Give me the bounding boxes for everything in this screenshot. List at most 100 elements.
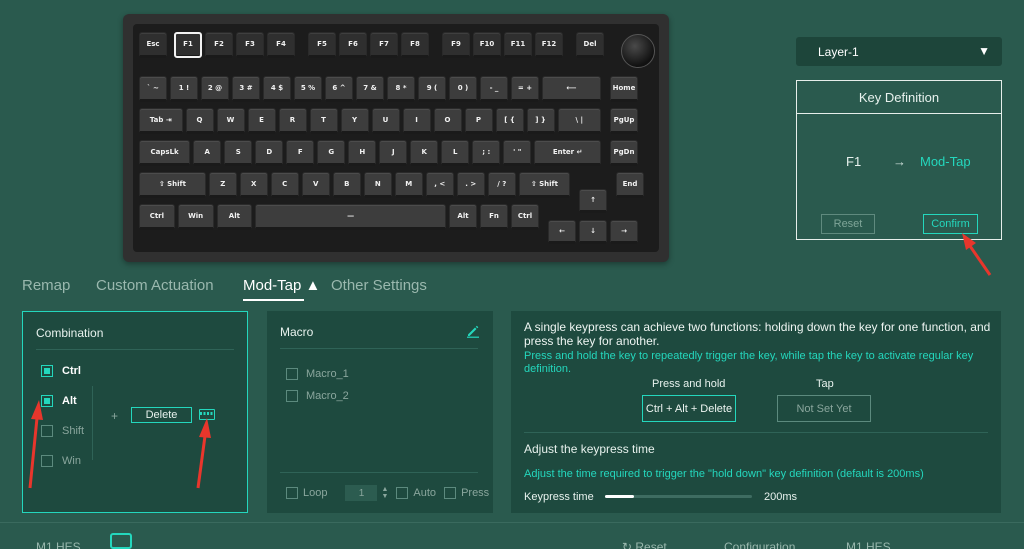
key-f2[interactable]: F2 — [205, 32, 233, 58]
keyboard-icon[interactable] — [199, 409, 215, 420]
key-2[interactable]: 2 @ — [201, 76, 229, 102]
key-symbol[interactable]: . > — [456, 172, 485, 198]
key-p[interactable]: P — [464, 108, 493, 134]
key-f7[interactable]: F7 — [370, 32, 398, 58]
key-f3[interactable]: F3 — [236, 32, 264, 58]
press-checkbox[interactable] — [444, 487, 457, 499]
key-f5[interactable]: F5 — [308, 32, 336, 58]
reset-link[interactable]: ↻ Reset — [622, 540, 667, 549]
key-a[interactable]: A — [193, 140, 222, 166]
combination-key-slot[interactable]: Delete — [131, 407, 192, 423]
key-ctrl[interactable]: Ctrl — [139, 204, 175, 230]
key-shift[interactable]: ⇧ Shift — [518, 172, 570, 198]
key-4[interactable]: 4 $ — [263, 76, 291, 102]
key-end[interactable]: End — [616, 172, 644, 198]
key-z[interactable]: Z — [208, 172, 237, 198]
modifier-shift[interactable]: Shift — [41, 424, 84, 438]
edit-icon[interactable] — [466, 324, 480, 338]
confirm-button[interactable]: Confirm — [923, 214, 978, 234]
keypress-time-slider[interactable] — [605, 495, 752, 498]
macro-item[interactable]: Macro_2 — [286, 390, 349, 402]
key-f10[interactable]: F10 — [473, 32, 501, 58]
key-symbol[interactable]: \ | — [557, 108, 601, 134]
checkbox[interactable] — [41, 395, 53, 407]
key-n[interactable]: N — [363, 172, 392, 198]
key-symbol[interactable]: ] } — [526, 108, 555, 134]
key-symbol[interactable]: ; : — [472, 140, 501, 166]
key-esc[interactable]: Esc — [139, 32, 167, 58]
key-o[interactable]: O — [433, 108, 462, 134]
key-d[interactable]: D — [255, 140, 284, 166]
key-8[interactable]: 8 * — [387, 76, 415, 102]
key-3[interactable]: 3 # — [232, 76, 260, 102]
key-symbol[interactable]: , < — [425, 172, 454, 198]
key-alt[interactable]: Alt — [216, 204, 253, 230]
key-v[interactable]: V — [301, 172, 330, 198]
reset-button[interactable]: Reset — [821, 214, 875, 234]
key-symbol[interactable]: ← — [548, 220, 576, 244]
key-t[interactable]: T — [309, 108, 338, 134]
key-e[interactable]: E — [247, 108, 276, 134]
key-0[interactable]: 0 ) — [449, 76, 477, 102]
key-symbol[interactable]: ' " — [503, 140, 532, 166]
key-symbol[interactable]: - _ — [480, 76, 508, 102]
key-home[interactable]: Home — [610, 76, 638, 102]
modifier-ctrl[interactable]: Ctrl — [41, 364, 81, 378]
key-k[interactable]: K — [410, 140, 439, 166]
key-5[interactable]: 5 % — [294, 76, 322, 102]
key-f[interactable]: F — [286, 140, 315, 166]
checkbox[interactable] — [41, 425, 53, 437]
key-h[interactable]: H — [348, 140, 377, 166]
rotary-knob[interactable] — [621, 34, 655, 68]
stepper-icon[interactable]: ▲ ▼ — [381, 486, 388, 500]
key-symbol[interactable]: — — [255, 204, 446, 230]
key-symbol[interactable]: ` ~ — [139, 76, 167, 102]
checkbox[interactable] — [286, 390, 298, 402]
key-symbol[interactable]: ↓ — [579, 220, 607, 244]
tab-remap[interactable]: Remap — [22, 277, 70, 294]
key-m[interactable]: M — [394, 172, 423, 198]
modifier-win[interactable]: Win — [41, 454, 81, 468]
key-9[interactable]: 9 ( — [418, 76, 446, 102]
key-u[interactable]: U — [371, 108, 400, 134]
key-symbol[interactable]: ↑ — [579, 189, 607, 213]
key-i[interactable]: I — [402, 108, 431, 134]
checkbox[interactable] — [41, 455, 53, 467]
device-name-left[interactable]: M1 HES — [36, 540, 81, 549]
key-r[interactable]: R — [278, 108, 307, 134]
key-f6[interactable]: F6 — [339, 32, 367, 58]
key-q[interactable]: Q — [185, 108, 214, 134]
key-w[interactable]: W — [216, 108, 245, 134]
checkbox[interactable] — [41, 365, 53, 377]
hold-action-slot[interactable]: Ctrl + Alt + Delete — [642, 395, 736, 422]
key-6[interactable]: 6 ^ — [325, 76, 353, 102]
key-x[interactable]: X — [239, 172, 268, 198]
key-s[interactable]: S — [224, 140, 253, 166]
key-l[interactable]: L — [441, 140, 470, 166]
key-enter[interactable]: Enter ↵ — [534, 140, 601, 166]
key-f1[interactable]: F1 — [174, 32, 202, 58]
key-symbol[interactable]: / ? — [487, 172, 516, 198]
macro-item[interactable]: Macro_1 — [286, 368, 349, 380]
layer-select[interactable]: Layer-1 ▼ — [796, 37, 1002, 66]
key-c[interactable]: C — [270, 172, 299, 198]
key-pgup[interactable]: PgUp — [610, 108, 638, 134]
configuration-link[interactable]: Configuration — [724, 540, 795, 549]
key-f12[interactable]: F12 — [535, 32, 563, 58]
key-f11[interactable]: F11 — [504, 32, 532, 58]
key-ctrl[interactable]: Ctrl — [511, 204, 539, 230]
modifier-alt[interactable]: Alt — [41, 394, 77, 408]
key-symbol[interactable]: ⟵ — [542, 76, 601, 102]
device-name-right[interactable]: M1 HES — [846, 540, 891, 549]
key-alt[interactable]: Alt — [449, 204, 477, 230]
key-shift[interactable]: ⇧ Shift — [139, 172, 206, 198]
key-symbol[interactable]: → — [610, 220, 638, 244]
loop-count-input[interactable]: 1 — [345, 485, 378, 501]
key-7[interactable]: 7 & — [356, 76, 384, 102]
key-pgdn[interactable]: PgDn — [610, 140, 638, 166]
checkbox[interactable] — [286, 368, 298, 380]
key-symbol[interactable]: [ { — [495, 108, 524, 134]
key-win[interactable]: Win — [177, 204, 214, 230]
key-symbol[interactable]: = + — [511, 76, 539, 102]
tab-custom-actuation[interactable]: Custom Actuation — [96, 277, 214, 294]
